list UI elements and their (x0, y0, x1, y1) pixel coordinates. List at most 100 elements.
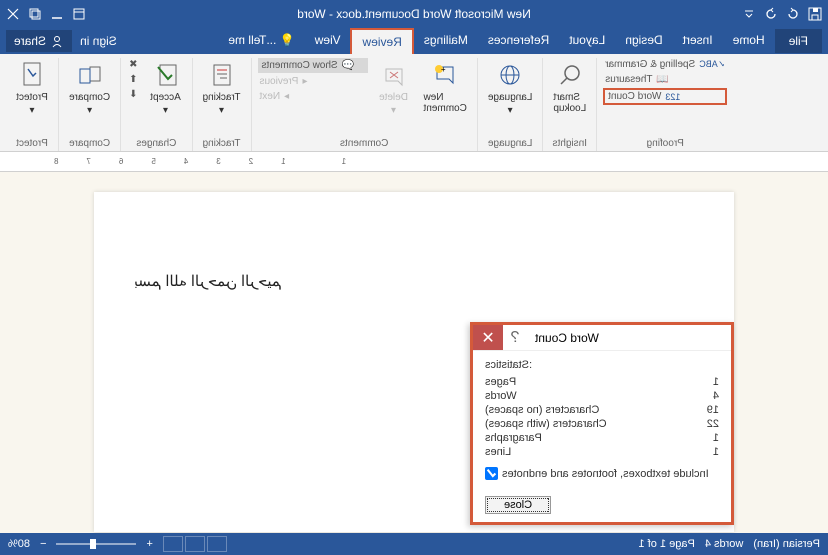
stat-label: Pages (485, 376, 516, 388)
sign-in-link[interactable]: Sign in (72, 30, 125, 52)
stat-row-pages: Pages 1 (485, 375, 719, 389)
ruler: 876543211 (0, 152, 828, 172)
smart-lookup-label: Smart Lookup (553, 92, 586, 114)
include-checkbox[interactable] (485, 467, 498, 480)
stats-heading: Statistics: (485, 359, 719, 371)
tab-mailings[interactable]: Mailings (414, 28, 478, 54)
status-page[interactable]: Page 1 of 1 (639, 538, 695, 550)
dialog-close-button[interactable]: ✕ (473, 325, 503, 350)
tab-home[interactable]: Home (723, 28, 775, 54)
restore-icon[interactable] (28, 7, 42, 21)
new-comment-button[interactable]: + New Comment (420, 58, 471, 116)
stat-value: 19 (707, 404, 719, 416)
comment-icon: 💬 (342, 60, 354, 71)
group-changes: ✖ ⬆ ⬇ Accept ▾ Changes (121, 58, 192, 151)
show-comments-button[interactable]: Show Comments 💬 (258, 58, 368, 73)
zoom-in-button[interactable]: + (146, 538, 152, 550)
globe-icon (495, 60, 525, 90)
status-bar: 80% − + Page 1 of 1 4 words Persian (Ira… (0, 533, 828, 555)
undo-icon[interactable] (786, 7, 800, 21)
delete-comment-button[interactable]: Delete ▾ (374, 58, 414, 118)
dialog-help-button[interactable]: ? (503, 329, 527, 347)
redo-icon[interactable] (764, 7, 778, 21)
previous-comment-button[interactable]: Previous ◂ (258, 75, 368, 88)
dialog-close-btn[interactable]: Close (485, 496, 551, 514)
group-changes-label: Changes (136, 138, 176, 151)
document-page[interactable]: بسم الله الرحمن الرحیم ✕ ? Word Count St… (94, 192, 734, 532)
language-button-label: Language (488, 92, 533, 103)
tab-view[interactable]: View (305, 28, 351, 54)
spelling-label: Spelling & Grammar (605, 59, 695, 70)
next-comment-button[interactable]: Next ▸ (258, 90, 368, 103)
include-checkbox-label: Include textboxes, footnotes and endnote… (502, 468, 709, 480)
reject-button[interactable]: ✖ (127, 58, 139, 71)
svg-text:+: + (441, 65, 446, 74)
tab-tellme[interactable]: Tell me... 💡 (218, 28, 304, 54)
chevron-down-icon: ▾ (219, 105, 224, 116)
file-tab[interactable]: File (775, 29, 822, 53)
accept-button-label: Accept (150, 92, 181, 103)
magnifier-icon (555, 60, 585, 90)
document-area: بسم الله الرحمن الرحیم ✕ ? Word Count St… (0, 172, 828, 532)
ribbon: Protect ▾ Protect Compare ▾ Compare ✖ ⬆ … (0, 54, 828, 152)
zoom-thumb[interactable] (90, 539, 96, 549)
qat-dropdown-icon[interactable] (742, 7, 756, 21)
group-language: Language ▾ Language (478, 58, 544, 151)
options-icon[interactable] (72, 7, 86, 21)
smart-lookup-button[interactable]: Smart Lookup (549, 58, 590, 116)
status-words[interactable]: 4 words (705, 538, 744, 550)
stat-value: 1 (713, 432, 719, 444)
stat-label: Characters (with spaces) (485, 418, 607, 430)
next-icon: ▸ (284, 91, 289, 102)
group-insights: Smart Lookup Insights (543, 58, 597, 151)
abc-check-icon: ABC✓ (699, 59, 725, 70)
view-read-button[interactable] (163, 536, 183, 552)
chevron-down-icon: ▾ (508, 105, 513, 116)
compare-button[interactable]: Compare ▾ (65, 58, 114, 118)
zoom-out-button[interactable]: − (40, 538, 46, 550)
tab-layout[interactable]: Layout (559, 28, 615, 54)
group-comments: Show Comments 💬 Previous ◂ Next ▸ Delete… (252, 58, 478, 151)
word-count-button[interactable]: Word Count 123 (603, 88, 727, 105)
group-tracking: Tracking ▾ Tracking (193, 58, 252, 151)
spelling-button[interactable]: Spelling & Grammar ABC✓ (603, 58, 727, 71)
view-web-button[interactable] (207, 536, 227, 552)
zoom-slider[interactable] (56, 543, 136, 545)
tracking-button[interactable]: Tracking ▾ (199, 58, 245, 118)
accept-button[interactable]: Accept ▾ (146, 58, 186, 118)
stat-row-chars-ns: Characters (no spaces) 19 (485, 403, 719, 417)
word-count-label: Word Count (608, 91, 661, 102)
protect-button-label: Protect (16, 92, 48, 103)
delete-comment-icon (379, 60, 409, 90)
next-change-button[interactable]: ⬇ (127, 88, 139, 101)
stat-value: 22 (707, 418, 719, 430)
minimize-icon[interactable] (50, 7, 64, 21)
reject-icon: ✖ (129, 59, 137, 70)
zoom-level[interactable]: 80% (8, 538, 30, 550)
tab-insert[interactable]: Insert (673, 28, 723, 54)
next-label: Next (260, 91, 281, 102)
language-button[interactable]: Language ▾ (484, 58, 537, 118)
view-print-button[interactable] (185, 536, 205, 552)
protect-button[interactable]: Protect ▾ (12, 58, 52, 118)
stat-row-lines: Lines 1 (485, 445, 719, 459)
close-icon: ✕ (481, 328, 494, 348)
person-icon (50, 34, 64, 48)
next-change-icon: ⬇ (129, 89, 137, 100)
tab-references[interactable]: References (478, 28, 559, 54)
share-button[interactable]: Share (6, 30, 72, 52)
new-comment-label: New Comment (424, 92, 467, 114)
status-lang[interactable]: Persian (Iran) (753, 538, 820, 550)
thesaurus-button[interactable]: Thesaurus 📖 (603, 73, 727, 86)
tab-review[interactable]: Review (350, 28, 413, 54)
stat-value: 1 (713, 446, 719, 458)
prev-change-button[interactable]: ⬆ (127, 73, 139, 86)
chevron-down-icon: ▾ (87, 105, 92, 116)
stat-row-words: Words 4 (485, 389, 719, 403)
chevron-down-icon: ▾ (29, 105, 34, 116)
stat-label: Words (485, 390, 517, 402)
close-icon[interactable] (6, 7, 20, 21)
save-icon[interactable] (808, 7, 822, 21)
group-tracking-label: Tracking (203, 138, 241, 151)
tab-design[interactable]: Design (615, 28, 672, 54)
